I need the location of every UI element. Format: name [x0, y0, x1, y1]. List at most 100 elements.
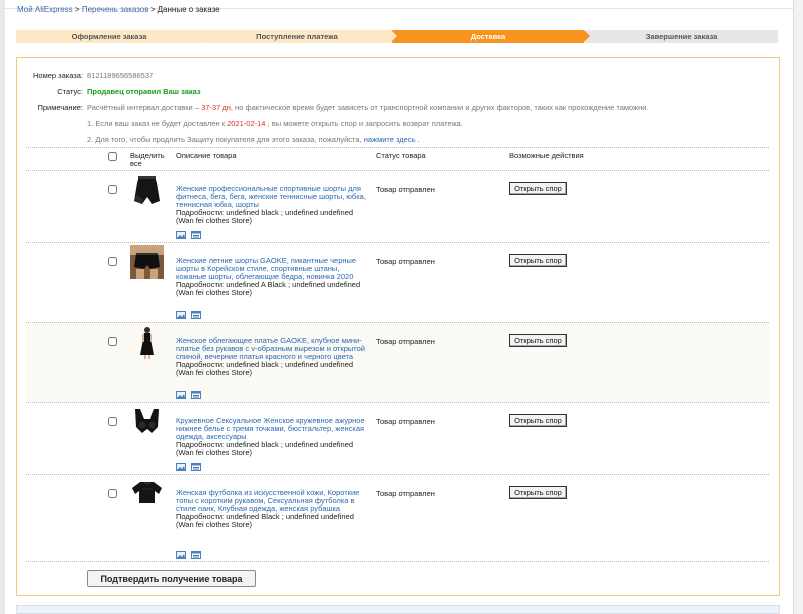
- open-dispute-button[interactable]: Открыть спор: [509, 414, 567, 427]
- row-actions: [176, 231, 206, 240]
- status-label: Статус:: [57, 87, 83, 96]
- row-checkbox[interactable]: [108, 417, 117, 426]
- step-arrow: [202, 30, 208, 42]
- snapshot-icon[interactable]: [176, 231, 186, 239]
- product-title-link[interactable]: Женские профессиональные спортивные шорт…: [176, 184, 366, 209]
- step-order-placed: Оформление заказа: [16, 30, 208, 43]
- product-title-link[interactable]: Кружевное Сексуальное Женское кружевное …: [176, 416, 365, 441]
- confirm-receipt-button[interactable]: Подтвердить получение товара: [87, 570, 256, 587]
- note-text: Расчётный интервал доставки –: [87, 103, 202, 112]
- product-description: Женские профессиональные спортивные шорт…: [176, 185, 370, 225]
- col-description: Описание товара: [176, 151, 237, 160]
- product-image[interactable]: [130, 325, 164, 359]
- open-dispute-button[interactable]: Открыть спор: [509, 486, 567, 499]
- table-row: Кружевное Сексуальное Женское кружевное …: [26, 402, 769, 474]
- row-checkbox[interactable]: [108, 337, 117, 346]
- details-icon[interactable]: [191, 463, 201, 471]
- product-image[interactable]: [130, 173, 164, 207]
- note-text: 1. Если ваш заказ не будет доставлен к: [87, 119, 228, 128]
- row-checkbox[interactable]: [108, 489, 117, 498]
- breadcrumb-current: Данные о заказе: [157, 5, 220, 14]
- row-actions: [176, 311, 206, 320]
- open-dispute-button[interactable]: Открыть спор: [509, 334, 567, 347]
- delivery-note: Расчётный интервал доставки – 37-37 дн, …: [87, 103, 649, 112]
- product-description: Кружевное Сексуальное Женское кружевное …: [176, 417, 370, 457]
- delivery-days: 37-37 дн: [201, 103, 231, 112]
- step-label: Доставка: [470, 32, 506, 41]
- details-icon[interactable]: [191, 391, 201, 399]
- product-title-link[interactable]: Женская футболка из искусственной кожи, …: [176, 488, 359, 513]
- row-actions: [176, 463, 206, 472]
- product-image[interactable]: [130, 477, 164, 511]
- note-item-1: 1. Если ваш заказ не будет доставлен к 2…: [87, 119, 463, 128]
- step-label: Оформление заказа: [71, 32, 147, 41]
- step-payment-received: Поступление платежа: [202, 30, 397, 43]
- breadcrumb-separator: >: [72, 5, 82, 14]
- breadcrumb: Мой AliExpress > Перечень заказов > Данн…: [17, 5, 220, 14]
- step-arrow: [391, 30, 397, 42]
- row-checkbox[interactable]: [108, 257, 117, 266]
- product-description: Женские летние шорты GAOKE, пикантные че…: [176, 257, 370, 297]
- product-image[interactable]: [130, 405, 164, 439]
- order-number-label: Номер заказа:: [32, 71, 83, 80]
- breadcrumb-separator: >: [148, 5, 158, 14]
- row-actions: [176, 551, 206, 560]
- step-label: Завершение заказа: [645, 32, 718, 41]
- product-status: Товар отправлен: [376, 257, 435, 266]
- product-image[interactable]: [130, 245, 164, 279]
- bottom-panel: [16, 605, 780, 614]
- step-completed: Завершение заказа: [584, 30, 778, 43]
- product-status: Товар отправлен: [376, 337, 435, 346]
- snapshot-icon[interactable]: [176, 391, 186, 399]
- table-header: Выделить все Описание товара Статус това…: [26, 147, 769, 168]
- order-number: 8121189656586537: [87, 71, 154, 80]
- col-actions: Возможные действия: [509, 151, 584, 160]
- note-text: , но фактическое время будет зависеть от…: [230, 103, 649, 112]
- snapshot-icon[interactable]: [176, 463, 186, 471]
- select-all-checkbox[interactable]: [108, 152, 117, 161]
- product-title-link[interactable]: Женское облегающее платье GAOKE, клубное…: [176, 336, 365, 361]
- snapshot-icon[interactable]: [176, 551, 186, 559]
- row-checkbox[interactable]: [108, 185, 117, 194]
- table-row: Женская футболка из искусственной кожи, …: [26, 474, 769, 562]
- order-progress-steps: Оформление заказа Поступление платежа До…: [16, 30, 778, 43]
- product-store: (Wan fei clothes Store): [176, 216, 252, 225]
- product-store: (Wan fei clothes Store): [176, 520, 252, 529]
- table-row: Женское облегающее платье GAOKE, клубное…: [26, 322, 769, 402]
- open-dispute-button[interactable]: Открыть спор: [509, 182, 567, 195]
- col-status: Статус товара: [376, 151, 426, 160]
- order-status: Продавец отправил Ваш заказ: [87, 87, 201, 96]
- snapshot-icon[interactable]: [176, 311, 186, 319]
- table-row: Женские профессиональные спортивные шорт…: [26, 170, 769, 242]
- breadcrumb-home-link[interactable]: Мой AliExpress: [17, 5, 73, 14]
- breadcrumb-orders-link[interactable]: Перечень заказов: [82, 5, 149, 14]
- product-title-link[interactable]: Женские летние шорты GAOKE, пикантные че…: [176, 256, 356, 281]
- open-dispute-button[interactable]: Открыть спор: [509, 254, 567, 267]
- step-arrow: [584, 30, 590, 42]
- step-label: Поступление платежа: [256, 32, 338, 41]
- product-store: (Wan fei clothes Store): [176, 288, 252, 297]
- step-delivery: Доставка: [391, 30, 590, 43]
- row-actions: [176, 391, 206, 400]
- product-store: (Wan fei clothes Store): [176, 448, 252, 457]
- page-scrollbar[interactable]: [793, 0, 803, 614]
- product-store: (Wan fei clothes Store): [176, 368, 252, 377]
- note-text: .: [415, 135, 420, 144]
- details-icon[interactable]: [191, 311, 201, 319]
- details-icon[interactable]: [191, 231, 201, 239]
- product-description: Женское облегающее платье GAOKE, клубное…: [176, 337, 370, 377]
- product-description: Женская футболка из искусственной кожи, …: [176, 489, 370, 529]
- product-status: Товар отправлен: [376, 489, 435, 498]
- note-item-2: 2. Для того, чтобы продлить Защиту покуп…: [87, 135, 420, 144]
- product-status: Товар отправлен: [376, 185, 435, 194]
- details-icon[interactable]: [191, 551, 201, 559]
- product-status: Товар отправлен: [376, 417, 435, 426]
- note-text: , вы можете открыть спор и запросить воз…: [265, 119, 463, 128]
- note-text: 2. Для того, чтобы продлить Защиту покуп…: [87, 135, 364, 144]
- extend-protection-link[interactable]: нажмите здесь: [364, 135, 416, 144]
- left-margin: [0, 0, 5, 614]
- col-select-all: Выделить все: [130, 151, 165, 168]
- table-row: Женские летние шорты GAOKE, пикантные че…: [26, 242, 769, 322]
- note-label: Примечание:: [37, 103, 84, 112]
- delivery-deadline: 2021-02-14: [227, 119, 266, 128]
